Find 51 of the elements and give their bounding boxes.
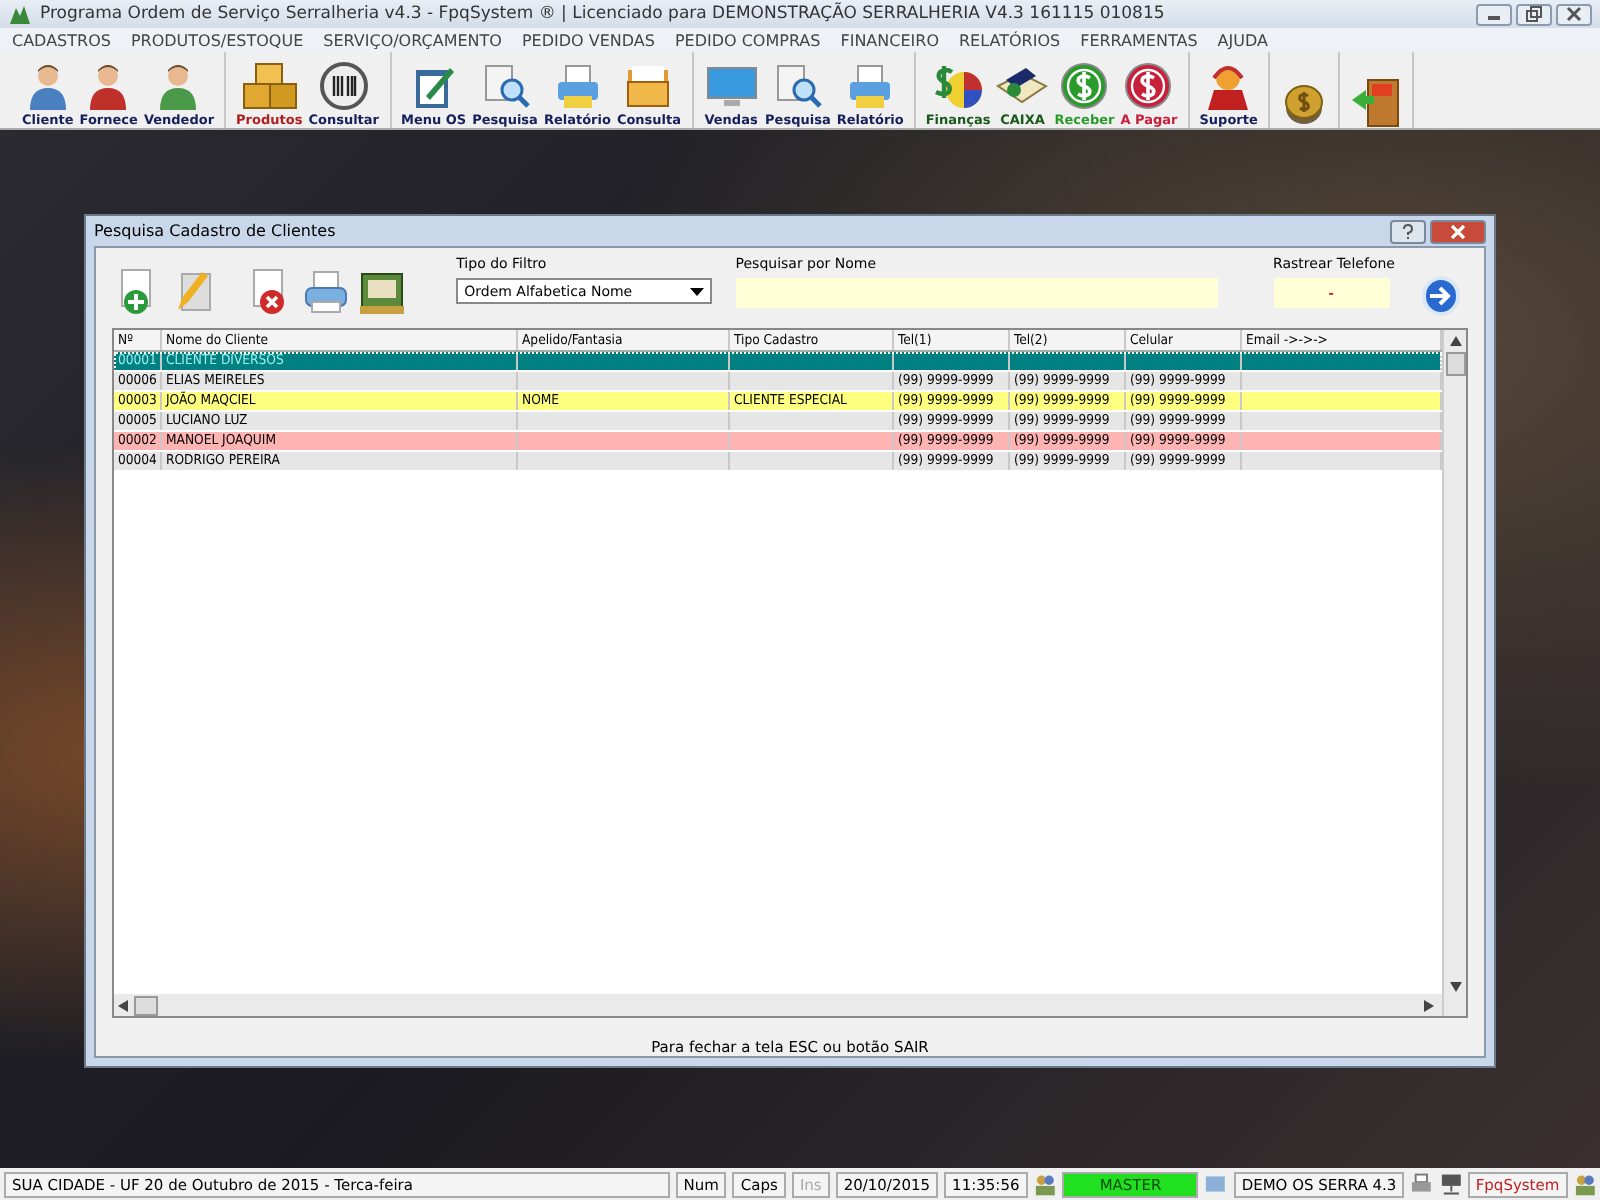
scroll-right-icon[interactable] <box>1424 999 1434 1011</box>
support-agent-icon <box>1204 62 1253 110</box>
scrollbar-thumb[interactable] <box>134 995 158 1015</box>
dialog-title: Pesquisa Cadastro de Clientes <box>94 222 336 240</box>
search-field[interactable] <box>735 278 1218 308</box>
menu-item[interactable]: PEDIDO COMPRAS <box>674 31 821 49</box>
users-icon <box>1573 1172 1596 1196</box>
menu-item[interactable]: PRODUTOS/ESTOQUE <box>130 31 304 49</box>
minimize-button[interactable] <box>1476 3 1512 25</box>
menu-item[interactable]: SERVIÇO/ORÇAMENTO <box>323 31 502 49</box>
folder-icon <box>624 62 673 110</box>
restore-button[interactable] <box>1516 3 1552 25</box>
menu-item[interactable]: FINANCEIRO <box>840 31 939 49</box>
arrow-right-icon <box>1428 284 1453 308</box>
horizontal-scrollbar[interactable] <box>114 994 1442 1016</box>
scroll-down-icon[interactable] <box>1449 982 1461 992</box>
close-button[interactable] <box>1556 3 1592 25</box>
help-icon <box>1400 223 1416 239</box>
monitor-icon <box>703 62 760 110</box>
menu-item[interactable]: CADASTROS <box>12 31 111 49</box>
close-icon <box>1566 6 1582 22</box>
vertical-scrollbar[interactable] <box>1442 330 1466 1016</box>
close-button[interactable] <box>1430 219 1486 243</box>
network-icon <box>1439 1172 1462 1196</box>
go-button[interactable] <box>1421 276 1460 316</box>
barcode-icon <box>319 62 368 110</box>
database-icon <box>1204 1172 1228 1196</box>
scroll-left-icon[interactable] <box>118 999 128 1011</box>
printer-icon <box>1410 1172 1434 1196</box>
document-search-icon <box>481 62 530 110</box>
close-icon <box>1450 223 1466 239</box>
dropdown-arrow-icon <box>689 287 704 295</box>
coin-icon <box>1279 80 1328 128</box>
document-search-icon <box>773 62 822 110</box>
menu-item[interactable]: RELATÓRIOS <box>959 31 1061 49</box>
restore-icon <box>1526 6 1542 22</box>
menu-item[interactable]: FERRAMENTAS <box>1080 31 1198 49</box>
menu-item[interactable]: PEDIDO VENDAS <box>521 31 655 49</box>
dollar-chart-icon <box>932 62 985 110</box>
print-button[interactable] <box>300 266 352 318</box>
printer-icon <box>553 62 602 110</box>
exit-door-icon <box>1349 76 1402 128</box>
boxes-icon <box>241 62 298 110</box>
scroll-up-icon[interactable] <box>1449 336 1461 346</box>
phone-field[interactable]: - <box>1273 278 1390 308</box>
scrollbar-thumb[interactable] <box>1445 352 1465 376</box>
help-button[interactable] <box>1390 219 1426 243</box>
window-title: Programa Ordem de Serviço Serralheria v4.3 - FpqSystem ® | Licenciado para DEMONSTRAÇÃO SERRALHERIA V4.3 161115 010815 <box>40 4 1165 24</box>
printer-icon <box>846 62 895 110</box>
users-icon <box>1033 1172 1057 1196</box>
menu-item[interactable]: AJUDA <box>1217 31 1268 49</box>
